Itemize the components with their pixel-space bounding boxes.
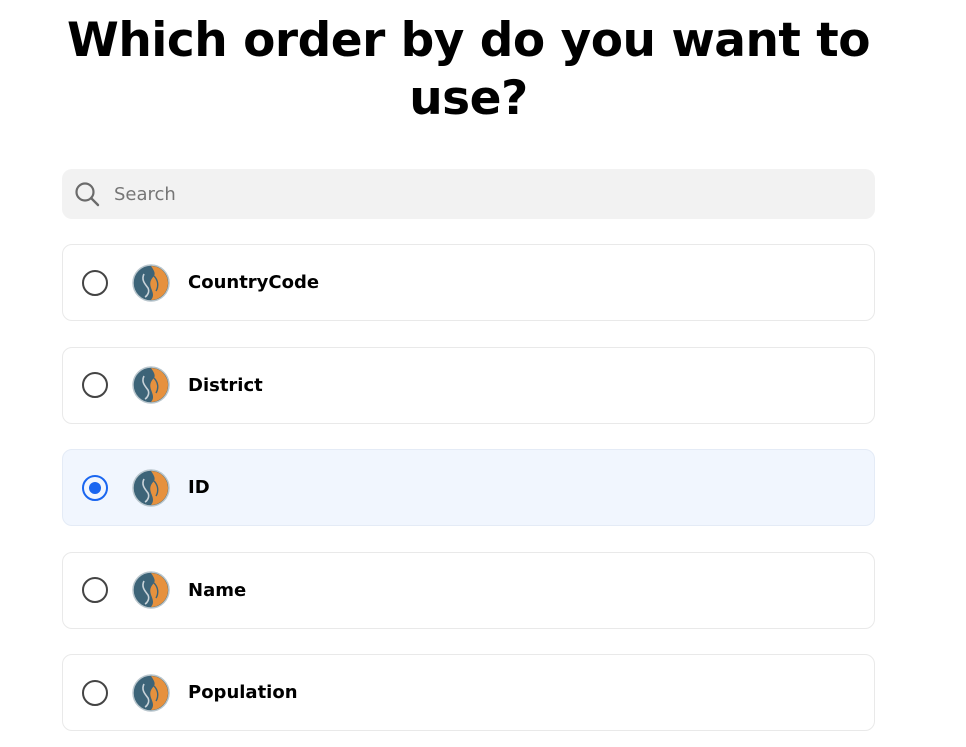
option-district[interactable]: District: [62, 346, 875, 424]
option-label: Name: [188, 579, 247, 601]
order-by-picker-page: Which order by do you want to use? Count…: [0, 0, 966, 747]
option-population[interactable]: Population: [62, 654, 875, 731]
search-icon: [75, 182, 100, 207]
option-label: District: [188, 374, 263, 396]
option-label: ID: [188, 477, 210, 498]
radio-button[interactable]: [82, 577, 108, 603]
radio-button-selected[interactable]: [82, 474, 108, 501]
option-label: CountryCode: [188, 272, 320, 293]
database-logo-icon: [132, 571, 170, 609]
radio-button[interactable]: [82, 269, 108, 296]
radio-button[interactable]: [82, 679, 108, 706]
database-logo-icon: [132, 673, 170, 712]
radio-selected-dot: [89, 481, 101, 494]
option-id[interactable]: ID: [62, 449, 875, 526]
page-title: Which order by do you want to use?: [67, 13, 871, 126]
search-input[interactable]: [112, 168, 875, 220]
radio-button[interactable]: [82, 372, 108, 398]
database-logo-icon: [132, 468, 170, 507]
option-name[interactable]: Name: [62, 551, 875, 629]
option-countrycode[interactable]: CountryCode: [62, 244, 875, 321]
database-logo-icon: [132, 366, 170, 404]
database-logo-icon: [132, 263, 170, 302]
options-list: CountryCode District ID Name Population: [62, 244, 875, 747]
option-label: Population: [188, 682, 298, 703]
search-bar[interactable]: [62, 168, 875, 220]
